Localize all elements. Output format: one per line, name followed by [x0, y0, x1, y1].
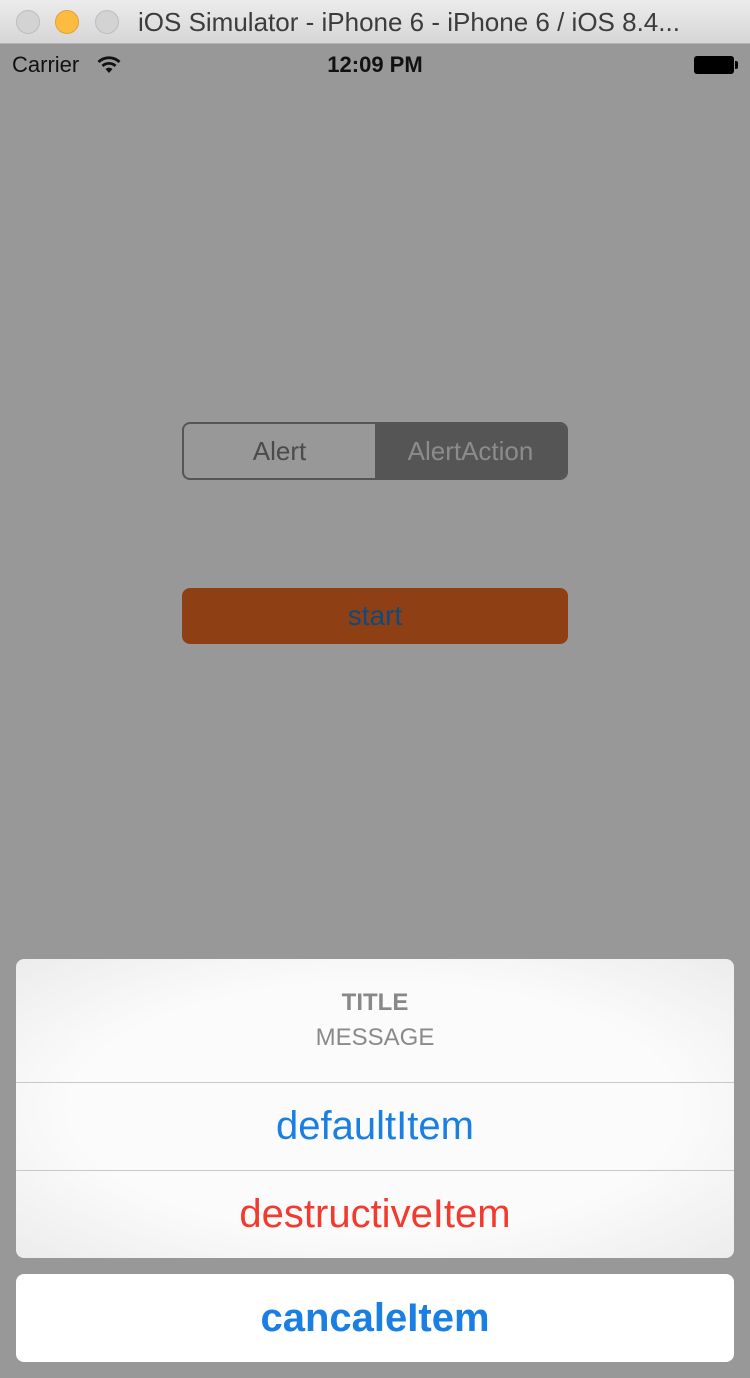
segment-alert[interactable]: Alert: [184, 424, 375, 478]
status-bar: Carrier 12:09 PM: [0, 44, 750, 84]
destructive-item-button[interactable]: destructiveItem: [16, 1171, 734, 1258]
default-item-button[interactable]: defaultItem: [16, 1083, 734, 1170]
action-sheet-message: MESSAGE: [315, 1024, 435, 1051]
segmented-control: Alert AlertAction: [182, 422, 568, 480]
cancel-item-button[interactable]: cancaleItem: [16, 1274, 734, 1362]
window-title: iOS Simulator - iPhone 6 - iPhone 6 / iO…: [138, 7, 680, 37]
window-minimize-button[interactable]: [55, 10, 79, 34]
start-button[interactable]: start: [182, 588, 568, 644]
action-sheet-title: TITLE: [341, 989, 409, 1016]
battery-icon: [694, 56, 738, 74]
segment-alertaction[interactable]: AlertAction: [375, 424, 566, 478]
window-titlebar: iOS Simulator - iPhone 6 - iPhone 6 / iO…: [0, 0, 750, 44]
action-sheet: TITLE MESSAGE defaultItem destructiveIte…: [16, 959, 734, 1258]
window-zoom-button[interactable]: [95, 10, 119, 34]
action-sheet-header: TITLE MESSAGE: [16, 959, 734, 1082]
status-time: 12:09 PM: [327, 52, 423, 77]
window-close-button[interactable]: [16, 10, 40, 34]
